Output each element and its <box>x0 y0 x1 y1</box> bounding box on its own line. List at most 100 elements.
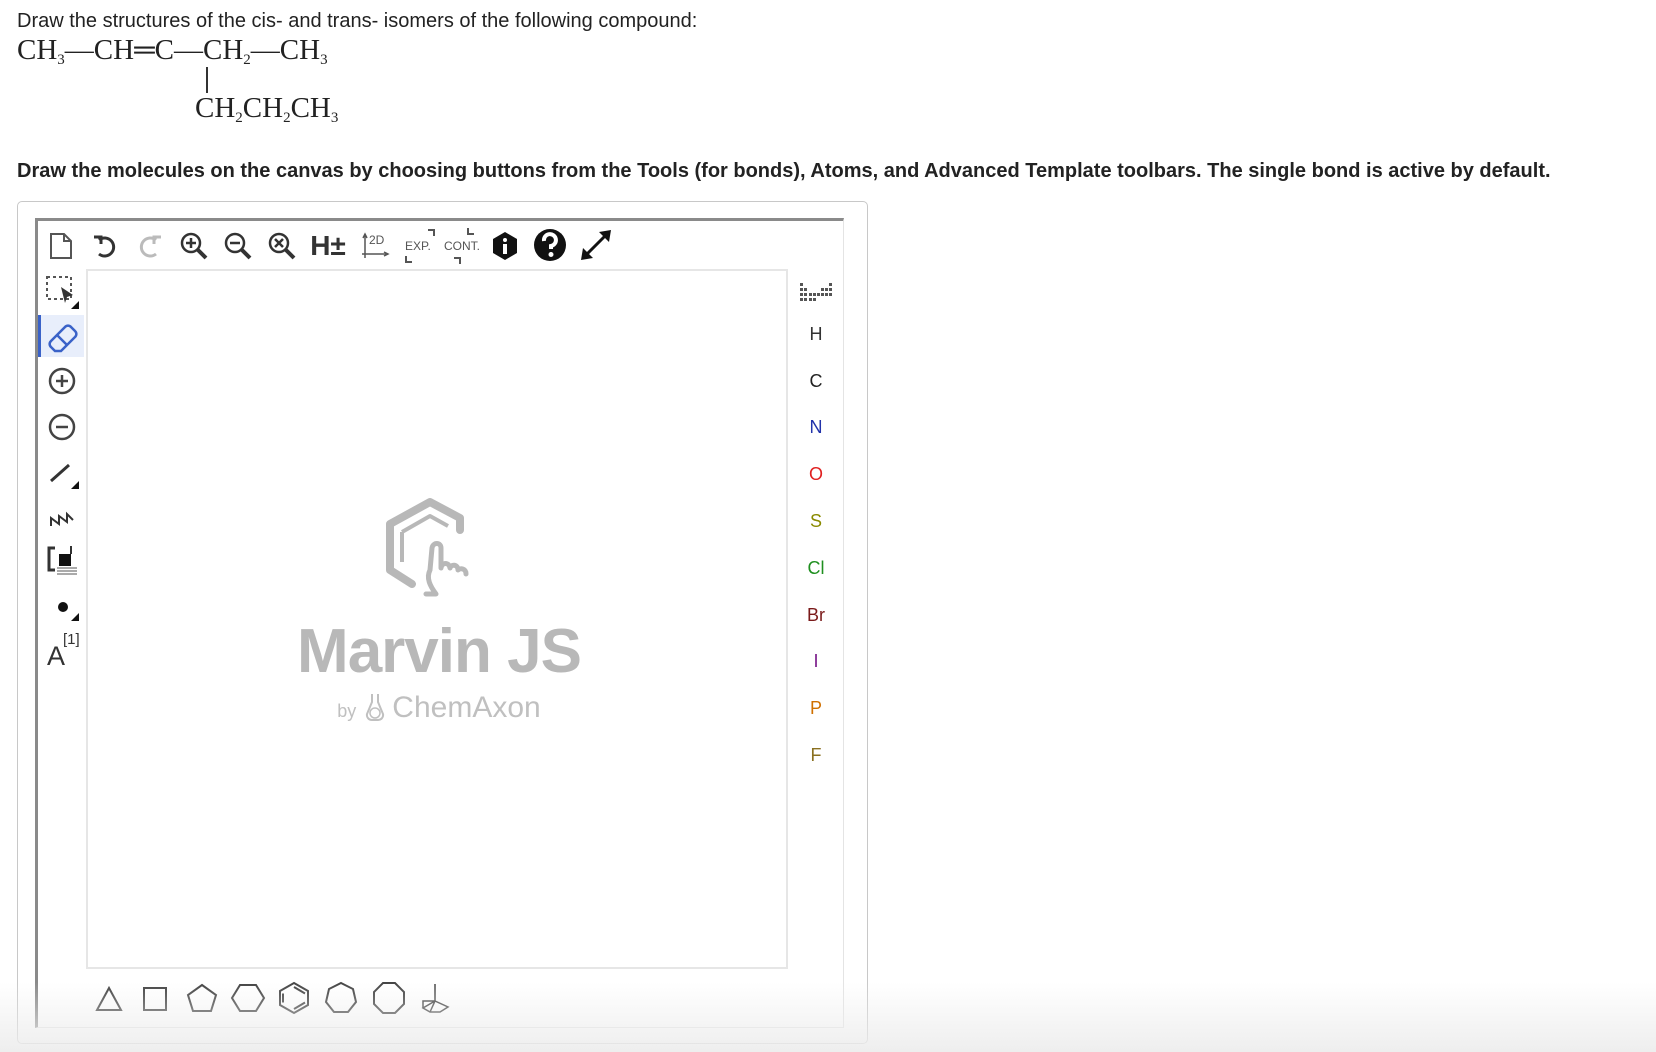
periodic-table-icon <box>800 283 832 301</box>
bracket-sgroup-icon <box>47 546 77 575</box>
decrease-charge-button[interactable] <box>40 407 84 447</box>
fullscreen-button[interactable] <box>576 225 616 265</box>
atom-symbol: Br <box>807 604 825 625</box>
undo-button[interactable] <box>88 227 122 265</box>
single-bond-icon <box>50 463 79 489</box>
periodic-table-button[interactable] <box>796 273 836 311</box>
atom-symbol: H <box>809 323 823 344</box>
chain-tool-button[interactable] <box>40 497 84 537</box>
formula-sub: 3 <box>330 110 339 126</box>
marvin-widget: H± 2D EXP. CONT. A [1] Marvin JS by Chem… <box>17 201 868 1044</box>
square-ring-icon <box>143 987 167 1011</box>
atom-symbol: S <box>809 510 822 531</box>
about-button[interactable] <box>488 227 522 265</box>
atom-button-n[interactable]: N <box>796 408 836 446</box>
radical-tool-button[interactable] <box>40 587 84 627</box>
formula-ch2: CH <box>202 34 244 66</box>
atom-symbol: N <box>809 416 823 437</box>
single-bond-tool-button[interactable] <box>40 453 84 493</box>
flask-icon <box>364 692 386 730</box>
template-cyclopropane-button[interactable] <box>90 979 128 1019</box>
minus-charge-icon <box>48 413 76 441</box>
zoom-in-icon <box>180 232 208 260</box>
atom-button-i[interactable]: I <box>796 642 836 680</box>
formula-ch: CH <box>93 34 135 66</box>
clean-2d-button[interactable]: 2D <box>356 227 396 265</box>
template-cycloheptane-button[interactable] <box>320 977 362 1019</box>
zoom-in-button[interactable] <box>176 227 212 265</box>
octagon-ring-icon <box>373 982 405 1014</box>
radical-dot-icon <box>58 602 79 621</box>
drawing-canvas[interactable]: Marvin JS by ChemAxon <box>86 269 788 969</box>
formula-branch: CH2CH2CH3 <box>195 92 338 127</box>
fullscreen-arrows-icon <box>581 230 611 260</box>
redo-icon <box>139 235 161 258</box>
atom-symbol: C <box>809 370 823 391</box>
eraser-icon <box>47 324 78 353</box>
atom-button-c[interactable]: C <box>796 362 836 400</box>
help-button[interactable] <box>530 225 570 265</box>
formula-sub: 3 <box>57 52 65 68</box>
template-cyclopentane-button[interactable] <box>182 977 222 1019</box>
atom-symbol: I <box>813 650 819 671</box>
clean-2d-label: 2D <box>369 233 385 247</box>
template-cyclobutane-button[interactable] <box>136 979 174 1019</box>
formula-bond: — <box>64 34 94 66</box>
formula-double-bond: ═ <box>134 34 155 66</box>
expand-label: EXP. <box>405 239 431 253</box>
atom-button-br[interactable]: Br <box>796 596 836 634</box>
marvin-logo-icon <box>386 498 469 597</box>
atom-button-cl[interactable]: Cl <box>796 549 836 587</box>
expand-button[interactable]: EXP. <box>400 227 440 265</box>
increase-charge-button[interactable] <box>40 361 84 401</box>
atom-button-p[interactable]: P <box>796 689 836 727</box>
zoom-out-button[interactable] <box>220 227 256 265</box>
zoom-out-icon <box>224 232 252 260</box>
redo-button[interactable] <box>133 227 167 265</box>
benzene-ring-icon <box>279 981 309 1015</box>
template-cyclooctane-button[interactable] <box>368 977 410 1019</box>
hexagon-ring-icon <box>230 984 266 1012</box>
new-document-button[interactable] <box>46 227 76 265</box>
template-cyclohexane-button[interactable] <box>228 977 268 1019</box>
formula-ch3-a: CH <box>17 34 58 66</box>
info-hexagon-icon <box>493 232 517 260</box>
atom-map-tool-button[interactable]: A [1] <box>40 629 84 671</box>
formula-sub: 3 <box>320 52 328 68</box>
sgroup-tool-button[interactable] <box>40 539 84 581</box>
help-icon <box>534 229 566 261</box>
hydrogen-toggle-button[interactable]: H± <box>308 227 348 265</box>
chain-icon <box>50 511 74 526</box>
chemaxon-byline: by ChemAxon <box>88 691 790 730</box>
zoom-reset-icon <box>268 232 296 260</box>
byline-by: by <box>337 701 357 721</box>
question-prompt: Draw the structures of the cis- and tran… <box>17 10 698 32</box>
atom-button-s[interactable]: S <box>796 502 836 540</box>
formula-ch3-b: CH <box>279 34 321 66</box>
formula-sub: 2 <box>243 52 251 68</box>
atom-button-o[interactable]: O <box>796 455 836 493</box>
template-benzene-button[interactable] <box>274 977 314 1019</box>
atom-button-h[interactable]: H <box>796 315 836 353</box>
atom-symbol: O <box>808 463 823 484</box>
template-bicyclic-button[interactable] <box>414 977 456 1019</box>
plus-charge-icon <box>48 367 76 395</box>
zoom-reset-button[interactable] <box>264 227 300 265</box>
formula-branch-ch: CH <box>195 92 236 124</box>
byline-company: ChemAxon <box>392 691 541 724</box>
triangle-ring-icon <box>95 985 123 1011</box>
formula-bond: — <box>250 34 280 66</box>
formula-c: C <box>154 34 174 66</box>
atom-button-f[interactable]: F <box>796 736 836 774</box>
erase-tool-button[interactable] <box>38 315 84 357</box>
atom-symbol: F <box>810 744 822 765</box>
contract-button[interactable]: CONT. <box>442 227 484 265</box>
formula-sub: 2 <box>235 110 243 126</box>
select-tool-button[interactable] <box>40 271 84 311</box>
heptagon-ring-icon <box>324 981 358 1013</box>
marvin-js-wordmark: Marvin JS <box>297 617 582 686</box>
instructions: Draw the molecules on the canvas by choo… <box>17 160 1551 182</box>
formula-branch-ch: CH <box>290 92 331 124</box>
contract-label: CONT. <box>444 239 480 253</box>
atom-symbol: P <box>809 697 822 718</box>
